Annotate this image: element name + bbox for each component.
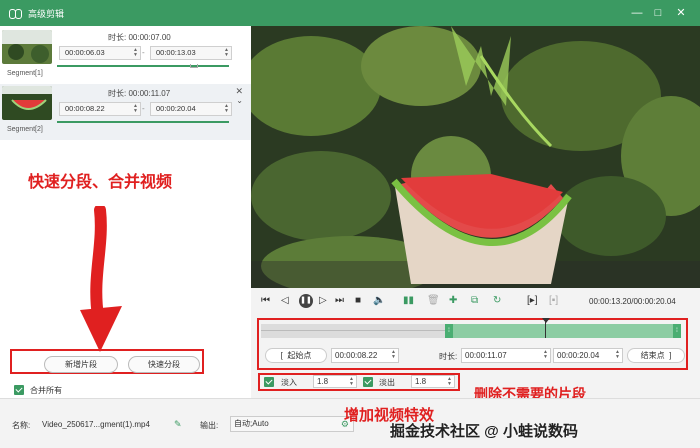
duration-label: 时长: <box>108 89 127 98</box>
merge-all-checkbox[interactable] <box>14 385 24 395</box>
player-controls: ⏮ ◁ ❚❚ ▷ ⏭ ■ 🔈 ▮▮ 🗑 ✚ ⧉ ↻ [▸] [▪] 00:00:… <box>251 288 700 398</box>
segment-progress <box>57 65 229 67</box>
segment-label: Segment[2] <box>7 126 43 133</box>
title-bar: 高级剪辑 — □ ✕ <box>0 0 700 26</box>
fade-in-checkbox[interactable] <box>264 377 274 387</box>
output-select[interactable]: 自动;Auto ⚙ <box>230 416 354 432</box>
end-button-label: 结束点 <box>640 351 665 360</box>
segment-end-input[interactable]: 00:00:20.04 ▲ ▼ <box>150 102 232 116</box>
trim-start-input[interactable]: 00:00:08.22 ▲ ▼ <box>331 348 399 363</box>
set-start-button[interactable]: [ 起始点 <box>265 348 327 363</box>
add-segment-button[interactable]: 新增片段 <box>44 356 118 373</box>
segment-start-input[interactable]: 00:00:06.03 ▲ ▼ <box>59 46 141 60</box>
edit-icon[interactable]: ✎ <box>174 419 182 430</box>
stepper-icon[interactable]: ▲ ▼ <box>224 104 229 114</box>
segment-duration: 时长: 00:00:11.07 <box>108 88 170 99</box>
timeline-track[interactable]: ⁞ ⁞ <box>261 318 681 338</box>
output-label: 输出: <box>200 421 219 430</box>
duration-value: 00:00:11.07 <box>128 89 171 98</box>
segment-progress <box>57 121 229 123</box>
stepper-icon[interactable]: ▲ ▼ <box>543 350 548 360</box>
segment-duration: 时长: 00:00:07.00 <box>108 32 171 43</box>
fade-out-checkbox[interactable] <box>363 377 373 387</box>
stepper-icon[interactable]: ▲ ▼ <box>349 377 354 387</box>
app-logo-icon <box>8 6 22 20</box>
copy-icon[interactable]: ⧉ <box>471 295 478 306</box>
playback-time: 00:00:13.20/00:00:20.04 <box>589 297 676 306</box>
fade-out-input[interactable]: 1.8 ▲ ▼ <box>411 375 455 388</box>
window-title: 高级剪辑 <box>28 8 65 19</box>
stepper-icon[interactable]: ▲ ▼ <box>133 104 138 114</box>
stepper-icon[interactable]: ▲ ▼ <box>133 48 138 58</box>
file-name-label: 名称: <box>12 421 31 430</box>
chevron-down-icon[interactable]: ⌄ <box>236 96 243 105</box>
stepper-icon[interactable]: ▲ ▼ <box>224 48 229 58</box>
start-value: 00:00:08.22 <box>65 104 105 113</box>
mark-in-icon[interactable]: [▸] <box>527 295 538 306</box>
stepper-icon[interactable]: ▲ ▼ <box>615 350 620 360</box>
trim-start-value: 00:00:08.22 <box>335 351 378 360</box>
timeline-end-handle[interactable]: ⁞ <box>673 324 681 338</box>
segment-thumbnail <box>2 30 52 64</box>
trim-end-value: 00:00:20.04 <box>557 351 600 360</box>
fade-in-input[interactable]: 1.8 ▲ ▼ <box>313 375 357 388</box>
arrow-icon <box>80 206 122 352</box>
mark-out-icon[interactable]: [▪] <box>549 295 558 306</box>
segment-end-input[interactable]: 00:00:13.03 ▲ ▼ <box>150 46 232 60</box>
fade-out-label: 淡出 <box>379 378 395 387</box>
volume-icon[interactable]: 🔈 <box>373 295 385 306</box>
stepper-icon[interactable]: ▲ ▼ <box>391 350 396 360</box>
segment-start-input[interactable]: 00:00:08.22 ▲ ▼ <box>59 102 141 116</box>
fade-in-value: 1.8 <box>317 377 329 386</box>
stepper-icon[interactable]: ▲ ▼ <box>447 377 452 387</box>
close-button[interactable]: ✕ <box>674 6 688 20</box>
fade-in-label: 淡入 <box>281 378 297 387</box>
video-frame <box>251 26 700 288</box>
skip-start-icon[interactable]: ⏮ <box>261 295 270 306</box>
duration-value: 00:00:07.00 <box>128 33 171 42</box>
trim-duration-input[interactable]: 00:00:11.07 ▲ ▼ <box>461 348 551 363</box>
skip-end-icon[interactable]: ⏭ <box>335 295 344 306</box>
trim-duration-value: 00:00:11.07 <box>465 351 507 360</box>
duration-label: 时长: <box>108 33 127 42</box>
playhead-marker-icon[interactable] <box>542 318 550 323</box>
add-icon[interactable]: ✚ <box>449 295 457 306</box>
segment-item[interactable]: Segment[2] 时长: 00:00:11.07 00:00:08.22 ▲ ▼… <box>0 84 251 140</box>
split-icon[interactable]: ▮▮ <box>403 295 414 306</box>
delete-icon[interactable]: 🗑 <box>427 295 440 306</box>
reset-icon[interactable]: ↻ <box>493 295 501 306</box>
fade-out-value: 1.8 <box>415 377 427 386</box>
next-frame-icon[interactable]: ▷ <box>319 295 327 306</box>
start-button-label: 起始点 <box>287 351 312 360</box>
range-dash: - <box>142 48 145 57</box>
stop-icon[interactable]: ■ <box>355 295 361 306</box>
merge-all-label: 合并所有 <box>30 386 62 395</box>
minimize-button[interactable]: — <box>630 6 644 20</box>
file-name-value: Video_250617...gment(1).mp4 <box>42 420 150 429</box>
scroll-handle[interactable] <box>190 64 198 68</box>
end-value: 00:00:13.03 <box>156 48 196 57</box>
quick-split-button[interactable]: 快速分段 <box>128 356 200 373</box>
timeline-selection[interactable] <box>445 324 681 338</box>
start-value: 00:00:06.03 <box>65 48 105 57</box>
range-dash: - <box>142 104 145 113</box>
annotation-split-merge: 快速分段、合并视频 <box>28 174 173 191</box>
pause-icon[interactable]: ❚❚ <box>299 294 313 308</box>
segment-label: Segment[1] <box>7 70 43 77</box>
set-end-button[interactable]: 结束点 ] <box>627 348 685 363</box>
timeline-start-handle[interactable]: ⁞ <box>445 324 453 338</box>
maximize-button[interactable]: □ <box>651 6 665 20</box>
watermark: 掘金技术社区 @ 小蛙说数码 <box>390 423 578 440</box>
trim-duration-label: 时长: <box>439 352 458 361</box>
prev-frame-icon[interactable]: ◁ <box>281 295 289 306</box>
video-preview[interactable] <box>251 26 700 288</box>
end-value: 00:00:20.04 <box>156 104 196 113</box>
trim-end-input[interactable]: 00:00:20.04 ▲ ▼ <box>553 348 623 363</box>
segment-thumbnail <box>2 86 52 120</box>
segment-item[interactable]: Segment[1] 时长: 00:00:07.00 00:00:06.03 ▲ ▼… <box>0 28 251 84</box>
output-value: 自动;Auto <box>234 419 269 428</box>
